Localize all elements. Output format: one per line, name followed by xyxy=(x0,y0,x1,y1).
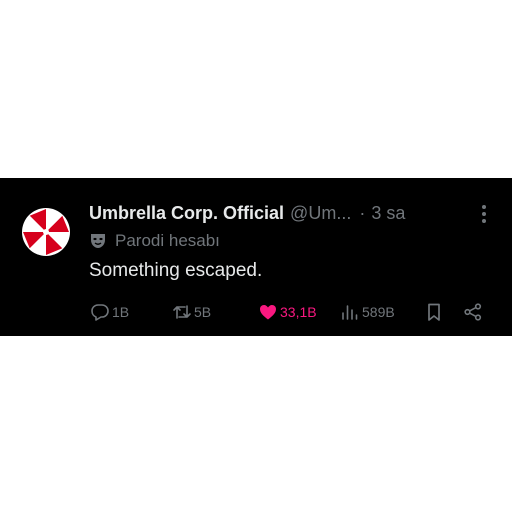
parody-account-label: Parodi hesabı xyxy=(89,230,220,252)
reply-icon xyxy=(91,304,109,321)
author-name[interactable]: Umbrella Corp. Official xyxy=(89,203,284,224)
share-icon xyxy=(464,303,482,321)
repost-count: 5B xyxy=(194,304,212,320)
tweet-header: Umbrella Corp. Official @Um... · 3 sa xyxy=(89,202,499,224)
timestamp[interactable]: 3 sa xyxy=(371,203,405,224)
bookmark-button[interactable] xyxy=(424,300,446,324)
more-options-icon[interactable] xyxy=(474,204,494,224)
views-icon xyxy=(342,305,358,320)
repost-icon xyxy=(173,305,191,319)
reply-button[interactable]: 1B xyxy=(90,300,129,324)
like-button[interactable]: 33,1B xyxy=(258,300,317,324)
like-count: 33,1B xyxy=(280,304,317,320)
tweet-text: Something escaped. xyxy=(89,260,263,281)
share-button[interactable] xyxy=(463,300,485,324)
views-button[interactable]: 589B xyxy=(340,300,395,324)
separator-dot: · xyxy=(359,202,366,223)
action-bar: 1B 5B 33,1B 589B xyxy=(0,300,512,324)
bookmark-icon xyxy=(428,303,440,321)
umbrella-logo-avatar[interactable] xyxy=(22,208,70,256)
tweet-card[interactable]: Umbrella Corp. Official @Um... · 3 sa Pa… xyxy=(0,178,512,336)
theater-mask-icon xyxy=(91,234,105,248)
author-handle[interactable]: @Um... xyxy=(290,203,351,224)
reply-count: 1B xyxy=(112,304,130,320)
parody-label-text: Parodi hesabı xyxy=(115,231,220,250)
like-icon-filled xyxy=(260,305,276,320)
views-count: 589B xyxy=(362,304,395,320)
repost-button[interactable]: 5B xyxy=(172,300,211,324)
